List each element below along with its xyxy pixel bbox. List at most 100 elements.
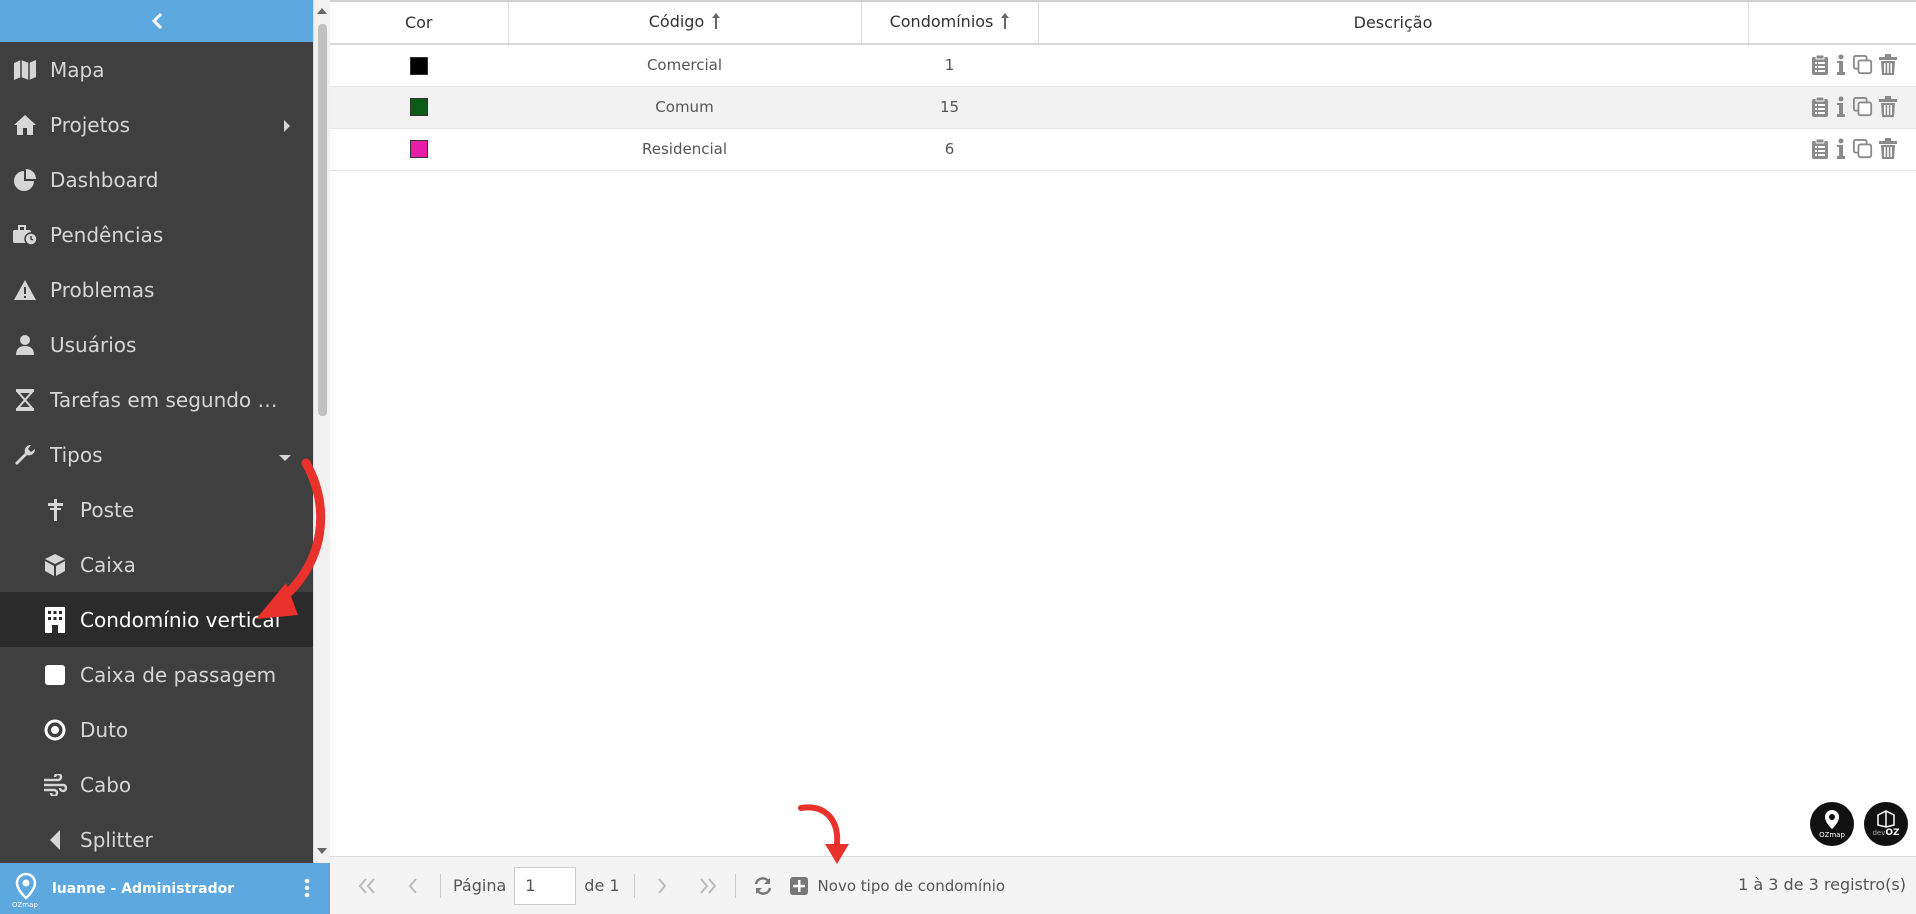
box-icon [1877, 810, 1895, 828]
sidebar-item-projetos[interactable]: Projetos [0, 97, 313, 152]
cell-condominios: 1 [861, 44, 1038, 87]
scroll-down-arrow-icon[interactable] [317, 848, 327, 854]
trash-icon[interactable] [1879, 138, 1899, 160]
color-swatch [410, 56, 428, 75]
trash-icon[interactable] [1879, 96, 1899, 118]
prev-page-button[interactable] [390, 866, 436, 906]
sidebar-item-tipos[interactable]: Tipos [0, 427, 313, 482]
wrench-icon [12, 442, 38, 468]
column-header-cor[interactable]: Cor [330, 2, 509, 45]
first-page-button[interactable] [344, 866, 390, 906]
table-row[interactable]: Comercial 1 [330, 44, 1916, 87]
sidebar-subitem-caixa[interactable]: Caixa [0, 537, 313, 592]
hourglass-icon [12, 387, 38, 413]
last-page-button[interactable] [685, 866, 731, 906]
clipboard-icon[interactable] [1811, 138, 1831, 160]
sidebar-collapse-button[interactable] [0, 0, 313, 42]
column-header-descricao[interactable]: Descrição [1038, 2, 1749, 45]
sidebar-subitem-poste[interactable]: Poste [0, 482, 313, 537]
page-number-input[interactable] [514, 866, 577, 905]
cell-actions [1748, 128, 1916, 171]
sidebar-scrollbar-thumb[interactable] [318, 24, 327, 416]
new-condominium-type-button[interactable]: Novo tipo de condomínio [789, 876, 1006, 895]
page-total-label: de 1 [584, 876, 620, 895]
ozmap-logo[interactable]: OZmap [1810, 802, 1854, 846]
wind-icon [42, 772, 68, 798]
sidebar-item-label: Poste [80, 497, 135, 522]
devoz-logo[interactable]: devOZ [1864, 802, 1908, 846]
condominium-types-table: Cor Código Condomínios Descrição Comerci… [330, 2, 1916, 171]
devoz-logo-text: OZ [1885, 828, 1900, 838]
sidebar-item-label: Problemas [50, 277, 155, 302]
column-header-actions [1748, 2, 1916, 45]
double-chevron-left-icon [358, 877, 375, 894]
refresh-button[interactable] [740, 866, 786, 906]
chevron-right-icon [657, 877, 666, 894]
sidebar-item-label: Pendências [50, 222, 164, 247]
sidebar-subitem-duto[interactable]: Duto [0, 702, 313, 757]
building-icon [42, 606, 68, 633]
info-icon[interactable] [1837, 54, 1847, 76]
record-count: 1 à 3 de 3 registro(s) [1738, 875, 1906, 894]
divider [440, 873, 441, 898]
cube-icon [42, 552, 68, 578]
user-logo-text: OZmap [12, 901, 38, 909]
copy-icon[interactable] [1853, 138, 1873, 160]
column-header-codigo[interactable]: Código [508, 2, 862, 45]
cell-color [330, 44, 508, 87]
cell-condominios: 15 [861, 86, 1038, 129]
copy-icon[interactable] [1853, 96, 1873, 118]
info-icon[interactable] [1837, 96, 1847, 118]
sidebar-item-pendencias[interactable]: Pendências [0, 207, 313, 262]
main-table-area: Cor Código Condomínios Descrição Comerci… [330, 0, 1916, 856]
table-row[interactable]: Comum 15 [330, 86, 1916, 129]
cell-color [330, 86, 508, 129]
sidebar-item-label: Tipos [50, 442, 103, 467]
sidebar-scrollbar[interactable] [313, 0, 330, 863]
sidebar-item-label: Condomínio vertical [80, 607, 281, 632]
double-chevron-right-icon [699, 877, 716, 894]
sidebar-item-tarefas[interactable]: Tarefas em segundo pl... [0, 372, 313, 427]
cell-descricao [1038, 128, 1748, 171]
caret-right-icon [283, 113, 291, 137]
sidebar-item-mapa[interactable]: Mapa [0, 42, 313, 97]
page-label: Página [453, 876, 507, 895]
home-icon [12, 112, 38, 138]
copy-icon[interactable] [1853, 54, 1873, 76]
cell-codigo: Comum [508, 86, 861, 129]
square-icon [42, 662, 68, 688]
cell-color [330, 128, 508, 171]
sidebar: Mapa Projetos Dashboard Pendências Probl… [0, 0, 313, 863]
sort-asc-icon [712, 12, 721, 33]
sidebar-subitem-cabo[interactable]: Cabo [0, 757, 313, 812]
cell-codigo: Comercial [508, 44, 861, 87]
sidebar-subitem-condominio-vertical[interactable]: Condomínio vertical [0, 592, 313, 647]
sidebar-item-label: Caixa de passagem [80, 662, 277, 687]
next-page-button[interactable] [639, 866, 685, 906]
scroll-up-arrow-icon[interactable] [317, 8, 327, 14]
new-condominium-type-label: Novo tipo de condomínio [817, 876, 1006, 895]
user-bar: OZmap luanne - Administrador [0, 863, 330, 914]
sidebar-item-dashboard[interactable]: Dashboard [0, 152, 313, 207]
color-swatch [410, 140, 428, 159]
info-icon[interactable] [1837, 138, 1847, 160]
sidebar-subitem-splitter[interactable]: Splitter [0, 812, 313, 863]
cell-descricao [1038, 44, 1748, 87]
refresh-icon [754, 876, 771, 895]
table-row[interactable]: Residencial 6 [330, 128, 1916, 171]
sidebar-item-label: Mapa [50, 57, 105, 82]
plus-square-icon [789, 876, 808, 895]
sidebar-item-usuarios[interactable]: Usuários [0, 317, 313, 372]
pagination-bar: Página de 1 Novo tipo de condomínio 1 à … [330, 856, 1916, 914]
clipboard-icon[interactable] [1811, 96, 1831, 118]
caret-down-icon [279, 443, 291, 467]
sidebar-subitem-caixa-de-passagem[interactable]: Caixa de passagem [0, 647, 313, 702]
sidebar-item-label: Cabo [80, 772, 132, 797]
sidebar-item-label: Duto [80, 717, 129, 742]
trash-icon[interactable] [1879, 54, 1899, 76]
clipboard-icon[interactable] [1811, 54, 1831, 76]
sidebar-item-problemas[interactable]: Problemas [0, 262, 313, 317]
divider [734, 873, 736, 898]
more-vertical-icon[interactable] [304, 877, 310, 903]
column-header-condominios[interactable]: Condomínios [861, 2, 1039, 45]
